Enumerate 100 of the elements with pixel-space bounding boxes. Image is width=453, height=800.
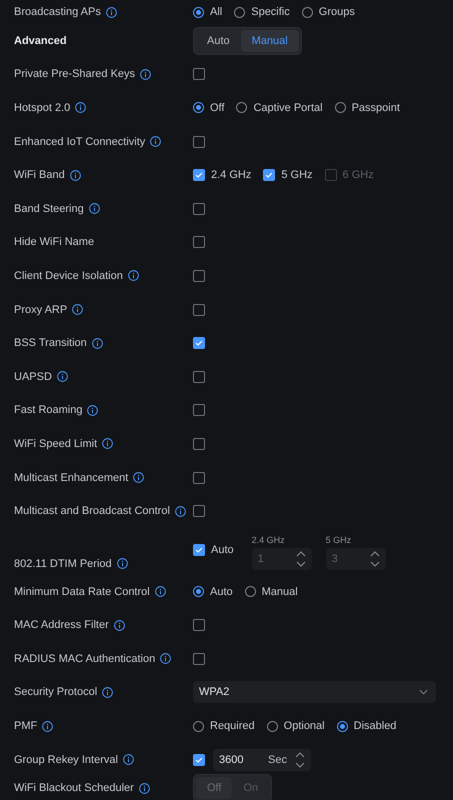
setting-label: WiFi Band: [14, 169, 65, 182]
info-icon[interactable]: [70, 170, 81, 181]
radio-label[interactable]: Groups: [318, 6, 355, 18]
checkbox[interactable]: [193, 404, 205, 416]
setting-label: Broadcasting APs: [14, 6, 101, 18]
checkbox[interactable]: [193, 370, 205, 383]
setting-label: Multicast Enhancement: [14, 472, 128, 484]
info-icon[interactable]: [160, 653, 172, 664]
check-icon: [264, 170, 274, 180]
radio-label[interactable]: Specific: [251, 6, 290, 18]
field-caption: 5 GHz: [326, 534, 352, 545]
radio-label[interactable]: Manual: [262, 586, 298, 598]
info-icon[interactable]: [138, 782, 150, 794]
radio-button[interactable]: [302, 6, 313, 18]
checkbox[interactable]: [193, 505, 205, 518]
check-icon: [194, 170, 204, 180]
check-icon: [194, 338, 204, 348]
checkbox[interactable]: [193, 68, 205, 80]
checkbox[interactable]: [193, 169, 205, 182]
info-icon[interactable]: [174, 506, 186, 517]
checkbox-label[interactable]: 5 GHz: [281, 169, 313, 182]
setting-label: Enhanced IoT Connectivity: [14, 136, 146, 148]
radio-button[interactable]: [193, 102, 204, 114]
info-icon[interactable]: [133, 472, 144, 484]
setting-label: Group Rekey Interval: [14, 754, 118, 766]
checkbox[interactable]: [193, 337, 205, 350]
setting-label: WiFi Blackout Scheduler: [14, 782, 134, 794]
checkbox[interactable]: [193, 544, 205, 556]
info-icon[interactable]: [75, 102, 86, 114]
setting-label: RADIUS MAC Authentication: [14, 652, 156, 665]
setting-label: BSS Transition: [14, 337, 87, 350]
radio-label[interactable]: Passpoint: [352, 102, 400, 114]
radio-button[interactable]: [234, 6, 246, 18]
radio-label[interactable]: Off: [210, 102, 224, 114]
checkbox-label[interactable]: Auto: [211, 544, 234, 556]
info-icon[interactable]: [72, 304, 84, 316]
radio-label[interactable]: Disabled: [354, 720, 396, 732]
info-icon[interactable]: [106, 6, 117, 18]
radio-label[interactable]: Captive Portal: [253, 102, 323, 114]
setting-label: WiFi Speed Limit: [14, 438, 98, 450]
info-icon[interactable]: [92, 338, 103, 349]
radio-label[interactable]: Required: [210, 720, 255, 732]
info-icon[interactable]: [87, 404, 98, 416]
checkbox-label[interactable]: 2.4 GHz: [211, 169, 252, 182]
setting-label: Hide WiFi Name: [14, 236, 94, 248]
info-icon[interactable]: [42, 720, 54, 732]
checkbox[interactable]: [193, 136, 205, 148]
setting-label: Hotspot 2.0: [14, 102, 70, 114]
setting-label: Proxy ARP: [14, 304, 68, 316]
segment-button[interactable]: Auto: [196, 30, 241, 52]
checkbox[interactable]: [193, 619, 205, 632]
setting-label: Client Device Isolation: [14, 270, 123, 282]
checkbox[interactable]: [263, 169, 276, 182]
setting-label: 802.11 DTIM Period: [14, 558, 112, 570]
radio-button[interactable]: [193, 720, 204, 732]
radio-button[interactable]: [266, 720, 278, 732]
field-caption: 2.4 GHz: [252, 534, 286, 545]
info-icon[interactable]: [102, 686, 114, 698]
info-icon[interactable]: [140, 68, 152, 80]
setting-label: MAC Address Filter: [14, 619, 109, 632]
setting-label: PMF: [14, 720, 38, 732]
radio-button[interactable]: [193, 586, 204, 598]
setting-label: Fast Roaming: [14, 404, 82, 416]
info-icon[interactable]: [116, 558, 128, 570]
chevron-down-icon: [419, 689, 428, 696]
setting-label: Private Pre-Shared Keys: [14, 68, 136, 80]
checkbox[interactable]: [193, 438, 205, 450]
info-icon[interactable]: [154, 586, 166, 598]
checkbox[interactable]: [193, 236, 205, 248]
info-icon[interactable]: [88, 203, 100, 214]
chevron-up-icon[interactable]: [295, 752, 305, 758]
setting-label: Band Steering: [14, 202, 84, 215]
radio-label[interactable]: Optional: [284, 720, 325, 732]
radio-button[interactable]: [193, 6, 204, 18]
chevron-down-icon[interactable]: [295, 762, 305, 768]
setting-label: Minimum Data Rate Control: [14, 586, 150, 598]
info-icon[interactable]: [102, 438, 114, 450]
setting-label: Security Protocol: [14, 686, 98, 698]
radio-button[interactable]: [236, 102, 248, 114]
radio-button[interactable]: [336, 720, 348, 732]
radio-label[interactable]: Auto: [210, 586, 233, 598]
dropdown[interactable]: WPA2: [193, 681, 436, 704]
segment-button[interactable]: Manual: [240, 30, 299, 52]
checkbox[interactable]: [193, 202, 205, 215]
checkbox[interactable]: [193, 652, 205, 665]
section-heading: Advanced: [14, 34, 67, 47]
setting-label: UAPSD: [14, 370, 52, 383]
radio-button[interactable]: [244, 586, 256, 598]
radio-label[interactable]: All: [210, 6, 222, 18]
radio-button[interactable]: [334, 102, 346, 114]
info-icon[interactable]: [114, 620, 125, 631]
info-icon[interactable]: [128, 270, 139, 282]
checkbox[interactable]: [193, 270, 205, 282]
info-icon[interactable]: [56, 371, 68, 382]
info-icon[interactable]: [122, 754, 134, 766]
number-field[interactable]: 3600 Sec: [213, 748, 311, 771]
info-icon[interactable]: [150, 136, 162, 148]
checkbox[interactable]: [193, 754, 205, 766]
checkbox[interactable]: [193, 472, 205, 484]
checkbox[interactable]: [193, 304, 205, 316]
